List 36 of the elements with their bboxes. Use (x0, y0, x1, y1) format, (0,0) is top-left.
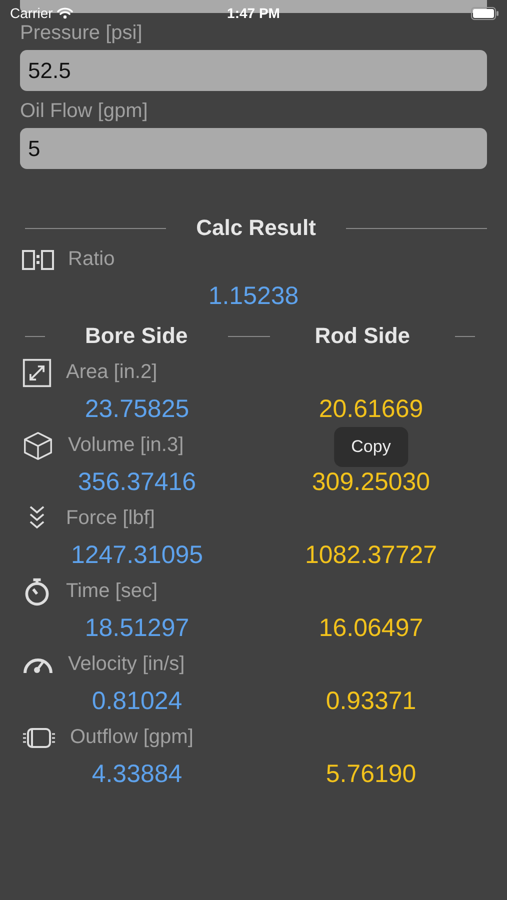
copy-tooltip[interactable]: Copy (334, 426, 408, 466)
cube-icon (22, 430, 54, 460)
bore-value: 23.75825 (84, 394, 190, 424)
rod-value: 0.93371 (326, 686, 416, 716)
metric-label: Velocity [in/s] (68, 653, 185, 676)
metric-label: Outflow [gpm] (70, 726, 194, 749)
rod-value: 16.06497 (318, 614, 424, 642)
field-label: Pressure [psi] (20, 21, 144, 46)
bore-value: 18.51297 (84, 614, 190, 642)
rod-value: 20.61669 (318, 394, 424, 424)
input-field[interactable]: 52.5 (20, 50, 487, 91)
wifi-icon (56, 7, 73, 19)
cylinder-icon (22, 726, 56, 750)
battery-icon (471, 6, 499, 20)
clock-time: 1:47 PM (226, 5, 281, 21)
rod-value: 1082.37727 (304, 540, 438, 570)
metric-label: Time [sec] (66, 580, 158, 603)
bore-value: 1247.31095 (70, 540, 204, 570)
rod-value: 309.25030 (312, 468, 430, 496)
section-title: Calc Result (196, 215, 316, 241)
column-header: Bore Side (85, 323, 188, 349)
metric-label: Volume [in.3] (68, 434, 184, 457)
expand-icon (22, 358, 52, 388)
ratio-value: 1.15238 (208, 282, 299, 310)
rod-value: 5.76190 (326, 760, 416, 788)
metric-label: Ratio (68, 248, 115, 271)
metric-label: Force [lbf] (66, 507, 155, 530)
metric-label: Area [in.2] (66, 361, 158, 384)
bore-value: 4.33884 (92, 760, 182, 788)
field-label: Oil Flow [gpm] (20, 99, 149, 124)
bore-value: 356.37416 (78, 468, 196, 496)
column-header: Rod Side (314, 323, 410, 349)
bore-value: 0.81024 (92, 686, 182, 716)
input-field[interactable]: 5 (20, 128, 487, 169)
carrier-label: Carrier (10, 5, 53, 21)
ratio-icon (22, 248, 54, 272)
